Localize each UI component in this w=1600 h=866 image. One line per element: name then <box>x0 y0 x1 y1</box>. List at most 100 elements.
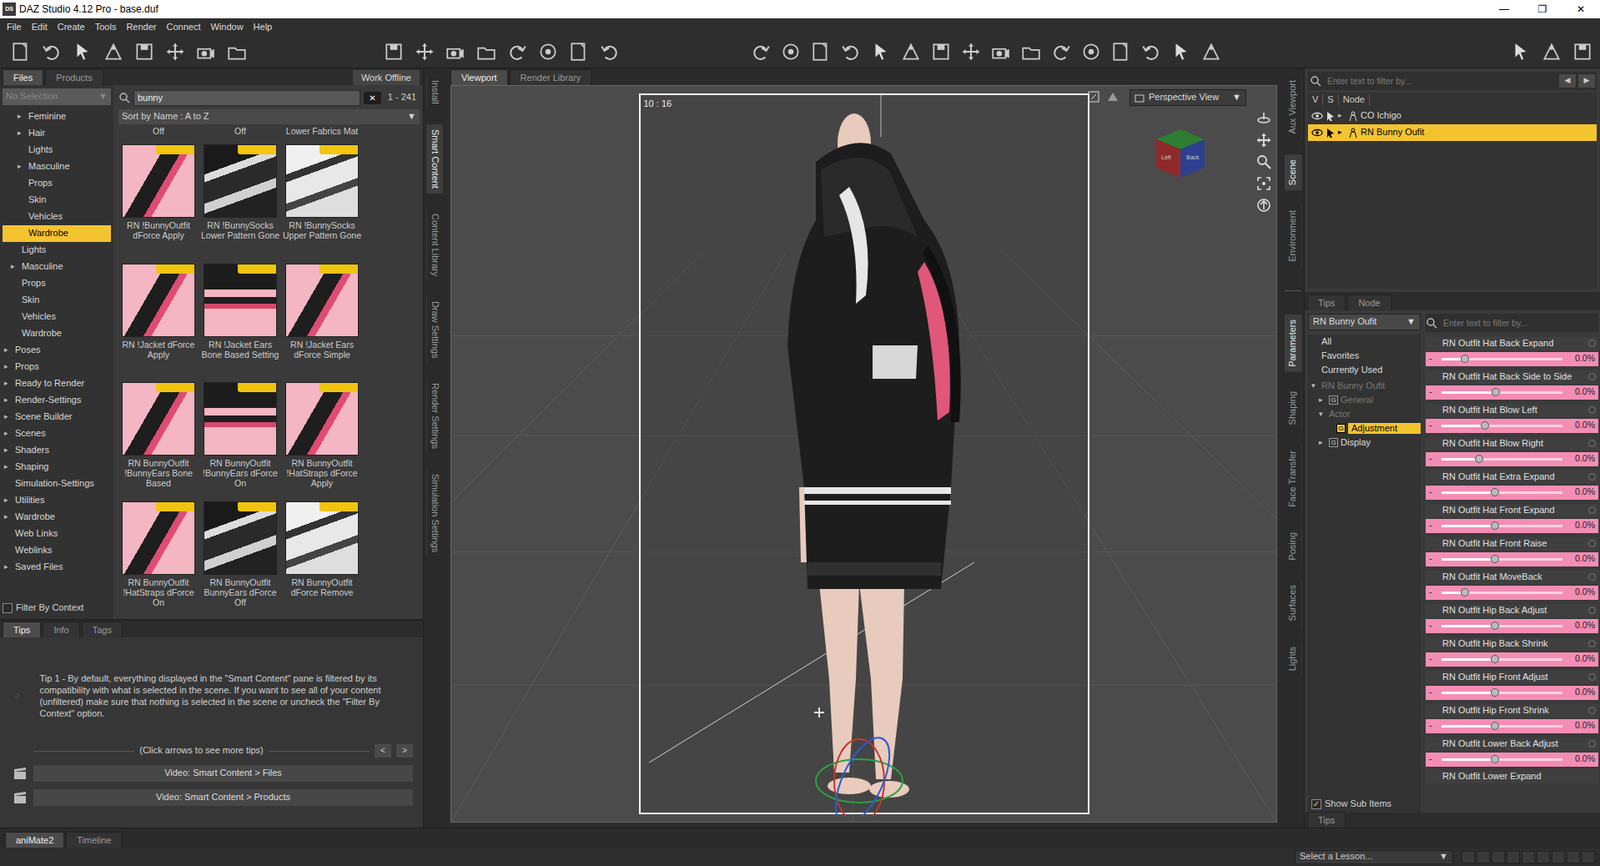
side-tab[interactable]: Surfaces <box>1284 579 1303 626</box>
slider-bar[interactable]: -0.0% <box>1425 552 1599 567</box>
scene-node[interactable]: ▸RN Bunny Oufit <box>1308 124 1597 141</box>
slider-bar[interactable]: -0.0% <box>1425 752 1599 767</box>
expand-arrow[interactable]: ▸ <box>4 395 12 405</box>
lesson-step-box[interactable] <box>1536 850 1550 864</box>
item-thumbnail[interactable] <box>285 501 359 575</box>
menu-item[interactable]: Tools <box>90 18 122 36</box>
category-item[interactable]: ▸Scene Builder <box>2 408 111 426</box>
slider-options-button[interactable] <box>1588 472 1596 481</box>
slider-options-button[interactable] <box>1588 406 1596 414</box>
parameter-filter-field[interactable] <box>1439 315 1599 331</box>
content-item[interactable]: RN !Jacket dForce Apply <box>118 261 199 377</box>
slider-track[interactable] <box>1441 357 1563 361</box>
previous-tip-button[interactable]: < <box>374 744 392 758</box>
category-item[interactable]: ▸Masculine <box>2 258 111 276</box>
content-item[interactable]: RN !BunnySocks Lower Pattern Gone <box>200 142 281 257</box>
category-item[interactable]: Skin <box>2 191 111 209</box>
expand-arrow[interactable]: ▸ <box>1318 395 1327 405</box>
expand-arrow[interactable]: ▸ <box>4 445 12 455</box>
side-tab[interactable]: Lights <box>1284 641 1303 676</box>
menu-item[interactable]: Render <box>120 18 162 36</box>
slider-knob[interactable] <box>1490 621 1500 630</box>
slider-bar[interactable]: -0.0% <box>1425 652 1599 667</box>
lesson-step-box[interactable] <box>1581 850 1595 864</box>
menu-item[interactable]: Edit <box>26 18 53 36</box>
item-thumbnail[interactable] <box>285 144 359 218</box>
item-thumbnail[interactable] <box>203 144 277 218</box>
side-tab[interactable]: Smart Content <box>426 124 444 194</box>
slider-knob[interactable] <box>1460 588 1470 597</box>
item-thumbnail[interactable] <box>121 144 196 218</box>
sort-dropdown[interactable]: Sort by Name : A to Z▼ <box>118 109 420 125</box>
property-group[interactable]: ▸GDisplay <box>1308 435 1421 450</box>
category-item[interactable]: Wardrobe <box>2 225 111 242</box>
decrement-button[interactable]: - <box>1428 352 1438 365</box>
category-item[interactable]: Web Links <box>2 525 111 543</box>
side-tab[interactable]: Install <box>426 75 444 110</box>
scene-node[interactable]: ▸CO Ichigo <box>1308 107 1597 125</box>
slider-track[interactable] <box>1441 391 1563 394</box>
decrement-button[interactable]: - <box>1428 753 1438 765</box>
category-item[interactable]: Props <box>2 175 111 192</box>
item-thumbnail[interactable] <box>203 382 277 456</box>
slider-bar[interactable]: -0.0% <box>1425 418 1599 433</box>
content-item[interactable]: RN BunnyOutfit !HatStraps dForce On <box>118 499 199 614</box>
checkbox[interactable] <box>2 603 13 614</box>
decrement-button[interactable]: - <box>1428 419 1438 432</box>
slider-track[interactable] <box>1441 691 1563 695</box>
category-item[interactable]: ▸Utilities <box>2 492 111 509</box>
item-thumbnail[interactable] <box>121 382 196 456</box>
lesson-dropdown[interactable]: Select a Lesson...▼ <box>1294 850 1454 865</box>
item-thumbnail[interactable] <box>203 501 277 575</box>
pane-tab[interactable]: Tips <box>2 621 41 638</box>
category-item[interactable]: ▸Feminine <box>2 108 111 126</box>
category-item[interactable]: Vehicles <box>2 208 111 226</box>
slider-knob[interactable] <box>1490 488 1500 497</box>
category-item[interactable]: ▸Masculine <box>2 158 111 176</box>
decrement-button[interactable]: - <box>1428 519 1438 532</box>
category-item[interactable]: Lights <box>2 241 111 259</box>
side-tab[interactable]: Render Settings <box>426 377 444 454</box>
show-sub-items[interactable]: ✓Show Sub Items <box>1308 795 1421 813</box>
content-item[interactable]: RN BunnyOutfit !BunnyEars Bone Based <box>118 380 199 495</box>
slider-track[interactable] <box>1441 658 1563 661</box>
content-item[interactable]: RN BunnyOutfit !HatStraps dForce Apply <box>281 380 363 495</box>
content-item[interactable]: RN BunnyOutfit dForce Remove <box>281 499 363 614</box>
decrement-button[interactable]: - <box>1428 486 1438 499</box>
property-group[interactable]: ▸GGeneral <box>1308 392 1421 408</box>
expand-arrow[interactable]: ▾ <box>1318 409 1327 419</box>
slider-options-button[interactable] <box>1588 739 1596 748</box>
category-item[interactable]: ▸Ready to Render <box>2 375 111 393</box>
pane-tab[interactable]: Files <box>2 69 44 86</box>
side-tab[interactable]: Parameters <box>1284 314 1303 373</box>
property-group[interactable]: All <box>1308 334 1421 349</box>
side-tab[interactable]: Environment <box>1284 205 1303 267</box>
category-item[interactable]: ▸Props <box>2 358 111 376</box>
reset-icon[interactable] <box>1256 197 1272 213</box>
property-group[interactable]: ▾Actor <box>1308 407 1421 422</box>
slider-options-button[interactable] <box>1588 539 1596 548</box>
slider-track[interactable] <box>1441 724 1563 728</box>
decrement-button[interactable]: - <box>1428 386 1438 398</box>
zoom-icon[interactable] <box>1256 154 1272 170</box>
next-tip-button[interactable]: > <box>396 744 413 758</box>
item-thumbnail[interactable] <box>285 382 359 456</box>
scene-nav-button[interactable]: ◀ <box>1559 74 1576 88</box>
lesson-step-box[interactable] <box>1506 850 1520 864</box>
pane-tab[interactable]: Tags <box>81 621 123 638</box>
slider-knob[interactable] <box>1474 454 1484 463</box>
expand-arrow[interactable]: ▸ <box>4 495 12 505</box>
slider-options-button[interactable] <box>1588 372 1596 381</box>
slider-bar[interactable]: -0.0% <box>1425 719 1599 734</box>
menu-item[interactable]: Help <box>248 18 278 36</box>
property-group[interactable]: Currently Used <box>1308 362 1421 378</box>
frame-icon[interactable] <box>1256 176 1272 192</box>
lesson-step-box[interactable] <box>1521 850 1535 864</box>
decrement-button[interactable]: - <box>1428 452 1438 465</box>
menu-item[interactable]: Window <box>205 18 248 36</box>
expand-arrow[interactable]: ▸ <box>4 412 12 422</box>
slider-knob[interactable] <box>1490 754 1500 764</box>
category-item[interactable]: ▸Render-Settings <box>2 392 111 409</box>
slider-bar[interactable]: -0.0% <box>1425 518 1599 534</box>
slider-options-button[interactable] <box>1588 573 1596 581</box>
